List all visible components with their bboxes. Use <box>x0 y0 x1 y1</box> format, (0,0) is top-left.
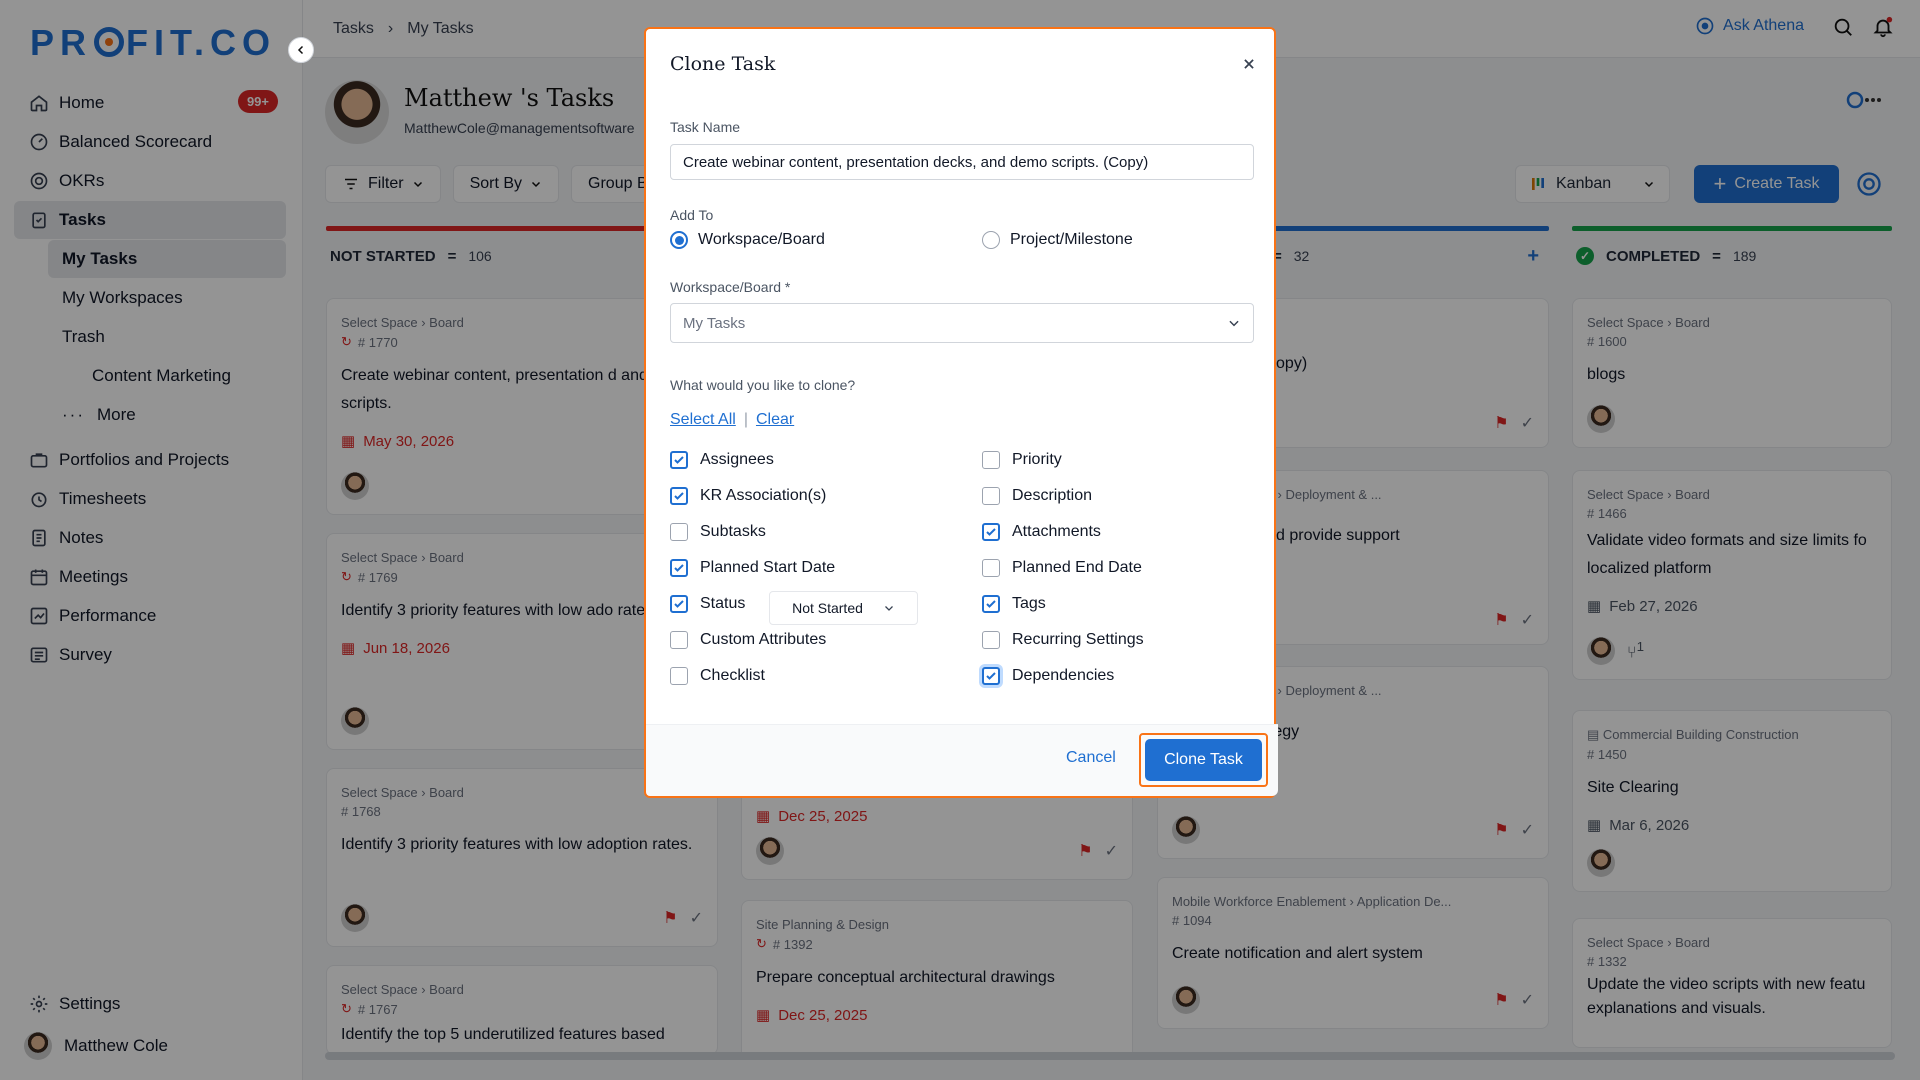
clone-task-button[interactable]: Clone Task <box>1145 739 1262 781</box>
checkbox-label: Assignees <box>700 451 774 468</box>
checkbox[interactable] <box>982 595 1000 613</box>
checkbox-priority[interactable]: Priority <box>982 451 1062 469</box>
radio-workspace-board[interactable]: Workspace/Board <box>670 231 825 249</box>
radio-selected[interactable] <box>670 231 688 249</box>
checkbox[interactable] <box>670 595 688 613</box>
checkbox[interactable] <box>670 523 688 541</box>
checkbox-label: Planned End Date <box>1012 559 1142 576</box>
checkbox-planned-start-date[interactable]: Planned Start Date <box>670 559 835 577</box>
radio-label: Workspace/Board <box>698 231 825 248</box>
link-separator: | <box>743 411 748 428</box>
checkbox-label: Attachments <box>1012 523 1101 540</box>
clone-task-modal: Clone Task Task Name Create webinar cont… <box>644 27 1278 798</box>
checkbox-label: Checklist <box>700 667 765 684</box>
chevron-down-icon <box>884 606 893 611</box>
checkbox[interactable] <box>670 631 688 649</box>
checkbox-tags[interactable]: Tags <box>982 595 1046 613</box>
checkbox-custom-attributes[interactable]: Custom Attributes <box>670 631 826 649</box>
checkbox-label: Subtasks <box>700 523 766 540</box>
checkbox-subtasks[interactable]: Subtasks <box>670 523 766 541</box>
checkbox-label: Recurring Settings <box>1012 631 1144 648</box>
checkbox[interactable] <box>670 487 688 505</box>
checkbox[interactable] <box>982 559 1000 577</box>
checkbox[interactable] <box>670 451 688 469</box>
close-icon <box>1244 59 1254 69</box>
radio-label: Project/Milestone <box>1010 231 1133 248</box>
checkbox[interactable] <box>670 559 688 577</box>
checkbox-recurring-settings[interactable]: Recurring Settings <box>982 631 1144 649</box>
status-value: Not Started <box>792 600 863 616</box>
clone-question: What would you like to clone? <box>670 377 856 393</box>
checkbox-kr-association[interactable]: KR Association(s) <box>670 487 826 505</box>
workspace-board-select[interactable]: My Tasks <box>670 303 1254 343</box>
checkbox[interactable] <box>982 667 1000 685</box>
checkbox-label: Planned Start Date <box>700 559 836 576</box>
close-button[interactable] <box>1242 57 1256 71</box>
checkbox-label: Dependencies <box>1012 667 1115 684</box>
checkbox-dependencies[interactable]: Dependencies <box>982 667 1114 685</box>
checkbox-label: Status <box>700 595 746 612</box>
checkbox-checklist[interactable]: Checklist <box>670 667 765 685</box>
checkbox[interactable] <box>982 487 1000 505</box>
chevron-left-icon <box>297 45 304 55</box>
checkbox[interactable] <box>982 451 1000 469</box>
modal-title: Clone Task <box>670 53 776 75</box>
chevron-down-icon <box>1229 320 1239 327</box>
checkbox-label: KR Association(s) <box>700 487 827 504</box>
checkbox-label: Custom Attributes <box>700 631 827 648</box>
add-to-label: Add To <box>670 207 714 223</box>
status-select[interactable]: Not Started <box>769 591 918 625</box>
checkbox-label: Tags <box>1012 595 1046 612</box>
checkbox-label: Description <box>1012 487 1093 504</box>
clear-link[interactable]: Clear <box>756 411 794 429</box>
checkbox-planned-end-date[interactable]: Planned End Date <box>982 559 1142 577</box>
checkbox[interactable] <box>982 523 1000 541</box>
checkbox[interactable] <box>670 667 688 685</box>
radio-unselected[interactable] <box>982 231 1000 249</box>
checkbox-status[interactable]: Status <box>670 595 745 613</box>
radio-project-milestone[interactable]: Project/Milestone <box>982 231 1133 249</box>
workspace-board-label: Workspace/Board * <box>670 279 791 295</box>
checkbox-attachments[interactable]: Attachments <box>982 523 1101 541</box>
modal-footer: Cancel Clone Task <box>646 724 1278 796</box>
checkbox-assignees[interactable]: Assignees <box>670 451 774 469</box>
workspace-board-value: My Tasks <box>683 314 746 332</box>
checkbox[interactable] <box>982 631 1000 649</box>
collapse-sidebar-button[interactable] <box>288 37 314 63</box>
task-name-input[interactable]: Create webinar content, presentation dec… <box>670 144 1254 180</box>
cancel-button[interactable]: Cancel <box>1066 749 1116 767</box>
select-links: Select All | Clear <box>670 411 794 429</box>
checkbox-label: Priority <box>1012 451 1062 468</box>
clone-button-highlight: Clone Task <box>1139 733 1268 787</box>
select-all-link[interactable]: Select All <box>670 411 736 429</box>
task-name-label: Task Name <box>670 119 741 135</box>
checkbox-description[interactable]: Description <box>982 487 1092 505</box>
